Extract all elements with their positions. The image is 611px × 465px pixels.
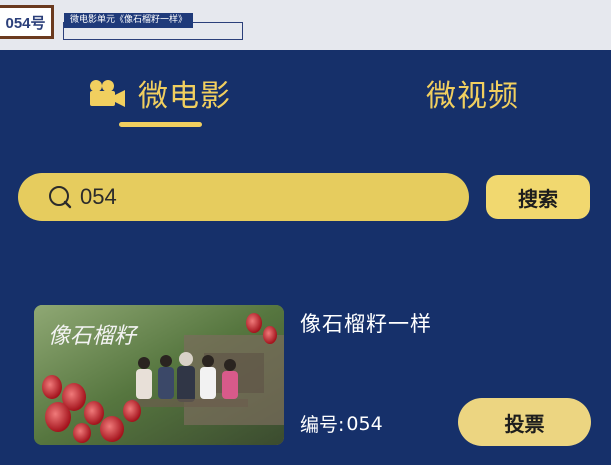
entry-number-badge: 054号 [0,5,54,39]
search-input[interactable] [80,182,440,212]
search-icon [49,186,72,209]
tab-micro-video-label: 微视频 [426,79,519,114]
thumbnail-calligraphy: 像石榴籽 [48,324,139,349]
video-thumbnail[interactable]: 像石榴籽 [34,305,284,445]
tab-micro-film[interactable]: 微电影 [88,72,231,114]
tab-micro-film-label: 微电影 [138,79,231,114]
movie-camera-icon [90,80,125,107]
search-button[interactable]: 搜索 [486,175,590,219]
card-code: 编号: 054 [300,410,383,437]
code-value: 054 [346,412,383,435]
category-tag: 微电影单元《像石榴籽一样》 [64,13,194,28]
people-group [130,352,248,407]
thumbnail-artwork: 像石榴籽 [34,305,284,445]
code-label: 编号: [300,414,345,436]
card-title: 像石榴籽一样 [300,312,432,336]
vote-button[interactable]: 投票 [458,398,591,446]
search-box[interactable] [18,173,469,221]
active-tab-indicator [119,122,202,127]
tab-micro-video[interactable]: 微视频 [426,72,519,114]
